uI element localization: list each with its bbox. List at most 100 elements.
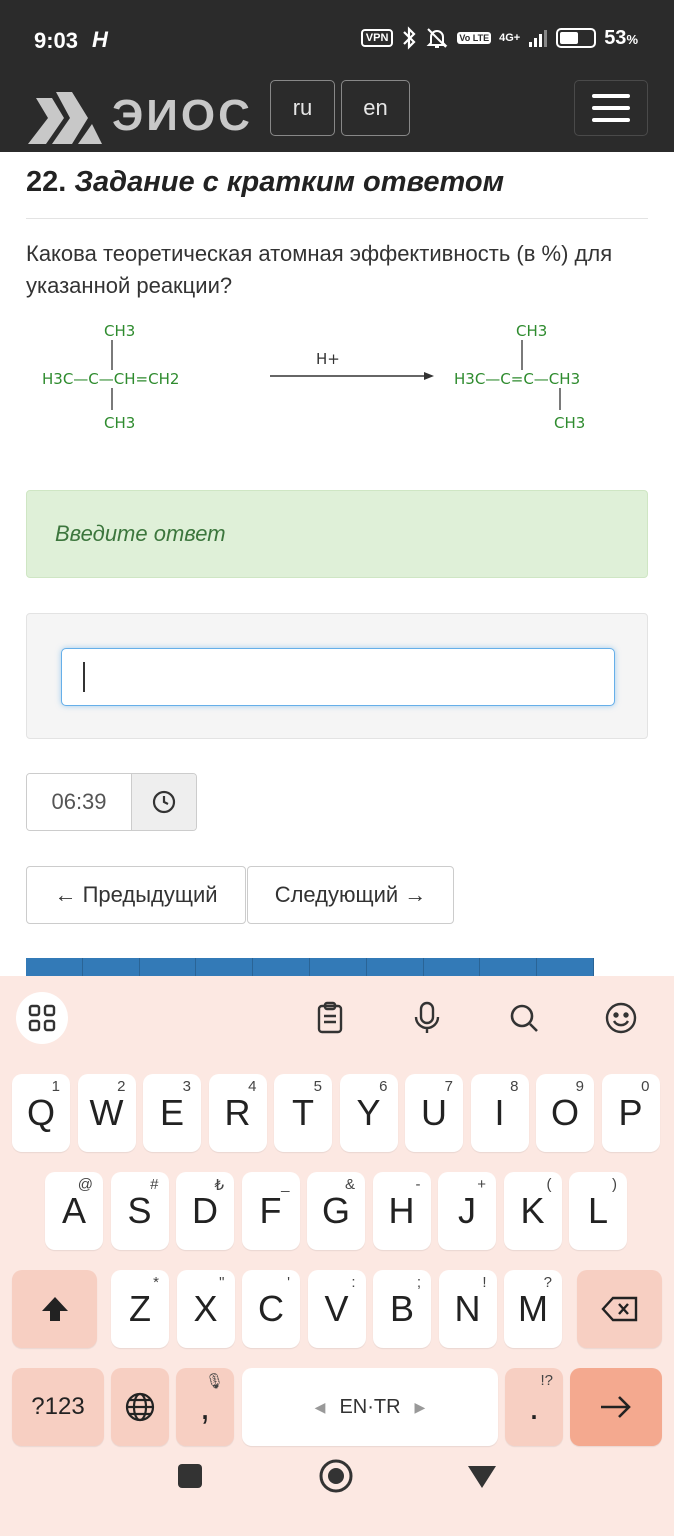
key-label: X (193, 1288, 218, 1329)
key-b[interactable]: ; B (373, 1270, 431, 1348)
key-y[interactable]: 6Y (339, 1074, 398, 1152)
lang-ru-button[interactable]: ru (270, 80, 335, 136)
key-alt-char: 8 (510, 1078, 519, 1095)
key-label: I (494, 1092, 505, 1133)
pager-item[interactable] (480, 958, 538, 978)
pager-item[interactable] (537, 958, 594, 978)
pager-item[interactable] (253, 958, 310, 978)
pager-item[interactable] (26, 958, 83, 978)
key-alt-char: 2 (117, 1078, 126, 1095)
space-key[interactable]: ◀ EN·TR ▶ (242, 1368, 498, 1446)
key-label: J (458, 1190, 476, 1231)
key-m[interactable]: ? M (504, 1270, 562, 1348)
key-label: M (518, 1288, 548, 1329)
keyboard: 1Q2W3E4R5T6Y7U8I9O0P @ A # S ₺ D _ F & G - H + J(K) L … (0, 976, 674, 1536)
reaction-scheme: CH3 H3C—C—CH=CH2 CH3 H+ CH3 H3C—C=C—CH3 … (42, 322, 585, 432)
site-logo[interactable]: ЭИОС (26, 84, 253, 148)
shift-key[interactable] (12, 1270, 97, 1348)
logo-mark-icon (28, 92, 102, 144)
pager-item[interactable] (424, 958, 481, 978)
key-s[interactable]: # S (110, 1172, 169, 1250)
timer-button[interactable] (131, 774, 196, 830)
key-alt-char: _ (281, 1176, 290, 1193)
key-z[interactable]: * Z (111, 1270, 169, 1348)
prev-button[interactable]: ← Предыдущий (26, 866, 246, 924)
key-l[interactable]: ) L (569, 1172, 627, 1250)
key-g[interactable]: & G (307, 1172, 365, 1250)
key-label: C (258, 1288, 284, 1329)
answer-panel (26, 613, 648, 739)
symbols-key[interactable]: ?123 (12, 1368, 104, 1446)
key-i[interactable]: 8I (470, 1074, 529, 1152)
answer-input[interactable] (61, 648, 615, 706)
key-n[interactable]: ! N (438, 1270, 497, 1348)
reactant-bottom-group: CH3 (104, 414, 135, 432)
key-label: L (587, 1190, 609, 1231)
back-icon[interactable] (466, 1462, 498, 1490)
key-a[interactable]: @ A (45, 1172, 103, 1250)
globe-icon (125, 1392, 155, 1422)
pager-item[interactable] (367, 958, 424, 978)
voice-button[interactable] (407, 998, 447, 1038)
battery-level: 53% (604, 26, 638, 49)
apps-button[interactable] (16, 992, 68, 1044)
key-v[interactable]: :V (307, 1270, 366, 1348)
language-key[interactable] (111, 1368, 169, 1446)
key-r[interactable]: 4R (208, 1074, 267, 1152)
lang-en-button[interactable]: en (341, 80, 410, 136)
key-label: H (388, 1190, 415, 1231)
question-pager[interactable] (26, 958, 594, 978)
key-alt-char: 0 (641, 1078, 650, 1095)
pager-item[interactable] (83, 958, 140, 978)
comma-key[interactable]: 🎙 , (176, 1368, 234, 1446)
key-q[interactable]: 1Q (12, 1074, 70, 1152)
key-alt-char: - (415, 1176, 421, 1193)
emoji-button[interactable] (601, 998, 641, 1038)
key-h[interactable]: -H (372, 1172, 431, 1250)
key-alt-char: ) (612, 1176, 617, 1193)
key-alt-char: 6 (379, 1078, 388, 1095)
search-icon (510, 1004, 538, 1032)
key-w[interactable]: 2W (77, 1074, 136, 1152)
pager-item[interactable] (196, 958, 254, 978)
status-icons: VPN Vo LTE 4G+ 53% (360, 26, 638, 50)
task-title: Задание с кратким ответом (74, 166, 505, 198)
key-p[interactable]: 0P (601, 1074, 660, 1152)
next-button[interactable]: Следующий → (247, 866, 454, 924)
status-bar: 9:03 H VPN Vo LTE 4G+ 53% (0, 0, 674, 80)
period-key[interactable]: !? . (505, 1368, 563, 1446)
enter-key[interactable] (570, 1368, 662, 1446)
key-d[interactable]: ₺ D (176, 1172, 234, 1250)
key-u[interactable]: 7U (405, 1074, 463, 1152)
key-label: P (618, 1092, 643, 1133)
key-label: R (224, 1092, 251, 1133)
search-button[interactable] (504, 998, 544, 1038)
backspace-key[interactable] (577, 1270, 662, 1348)
bell-off-icon (426, 28, 448, 48)
key-t[interactable]: 5T (274, 1074, 332, 1152)
key-label: E (159, 1092, 184, 1133)
shift-icon (41, 1297, 68, 1321)
key-alt-char: * (153, 1274, 159, 1291)
key-alt-char: ; (416, 1274, 421, 1291)
battery-icon (556, 28, 597, 48)
key-o[interactable]: 9O (536, 1074, 594, 1152)
pager-item[interactable] (140, 958, 197, 978)
menu-button[interactable] (574, 80, 648, 136)
key-e[interactable]: 3E (143, 1074, 201, 1152)
clock-icon (152, 790, 176, 814)
key-f[interactable]: _ F (241, 1172, 300, 1250)
chevron-left-icon: ◀ (314, 1398, 326, 1415)
pager-item[interactable] (310, 958, 367, 978)
period-sup: !? (540, 1372, 553, 1389)
key-j[interactable]: + J (438, 1172, 496, 1250)
key-k[interactable]: (K (503, 1172, 562, 1250)
clipboard-button[interactable] (310, 998, 350, 1038)
key-alt-char: 5 (313, 1078, 322, 1095)
recents-icon[interactable] (176, 1462, 204, 1490)
key-c[interactable]: ' C (242, 1270, 300, 1348)
key-label: V (324, 1288, 349, 1329)
key-x[interactable]: " X (176, 1270, 235, 1348)
hamburger-line (592, 94, 630, 98)
home-icon[interactable] (318, 1458, 354, 1494)
